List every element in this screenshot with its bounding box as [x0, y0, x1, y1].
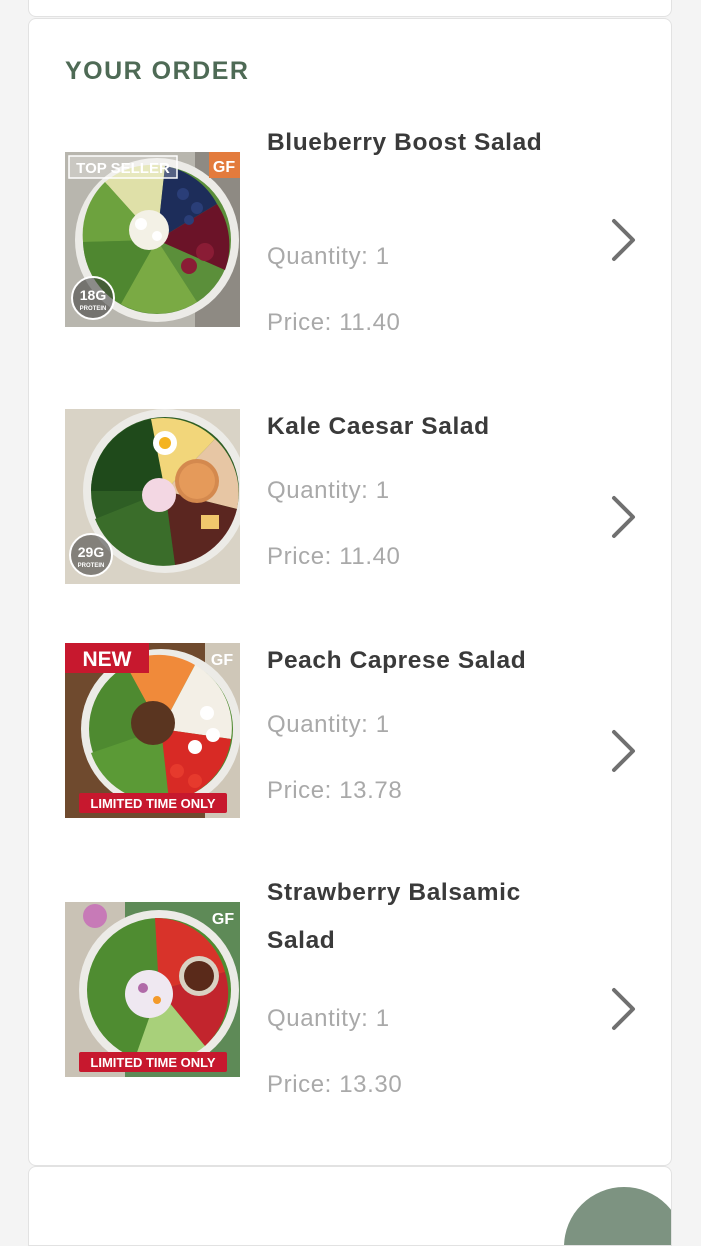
protein-badge-number: 29G: [78, 544, 105, 560]
floating-action-button[interactable]: [564, 1187, 671, 1245]
item-name: Kale Caesar Salad: [267, 413, 490, 440]
chevron-right-icon[interactable]: [605, 493, 641, 541]
protein-badge-number: 18G: [80, 287, 107, 303]
badge-top-seller: TOP SELLER: [76, 160, 170, 177]
badge-gf: GF: [211, 652, 233, 669]
chevron-right-icon[interactable]: [605, 727, 641, 775]
badge-gf: GF: [212, 911, 234, 928]
order-summary-card: YOUR ORDER TOP SELLER GF 18G PROTEIN Blu…: [28, 18, 672, 1166]
order-item-kale-caesar[interactable]: 29G PROTEIN Kale Caesar Salad Quantity: …: [65, 407, 655, 607]
item-name: Strawberry Balsamic Salad: [267, 879, 521, 954]
badge-limited-time: LIMITED TIME ONLY: [90, 1055, 216, 1070]
section-title: YOUR ORDER: [65, 57, 250, 85]
item-quantity: Quantity: 1: [267, 1005, 390, 1032]
item-price: Price: 11.40: [267, 543, 401, 570]
item-quantity: Quantity: 1: [267, 711, 390, 738]
item-image: GF LIMITED TIME ONLY: [65, 902, 240, 1077]
order-item-peach-caprese[interactable]: NEW GF LIMITED TIME ONLY Peach Caprese S…: [65, 641, 655, 841]
chevron-right-icon[interactable]: [605, 216, 641, 264]
item-image: NEW GF LIMITED TIME ONLY: [65, 643, 240, 818]
protein-badge-word: PROTEIN: [80, 306, 107, 312]
badge-new: NEW: [83, 648, 132, 671]
item-image: TOP SELLER GF 18G PROTEIN: [65, 152, 240, 327]
next-section-card: [28, 1166, 672, 1246]
badge-gf: GF: [213, 159, 235, 176]
item-name: Blueberry Boost Salad: [267, 129, 543, 156]
item-quantity: Quantity: 1: [267, 477, 390, 504]
previous-section-card: [28, 0, 672, 17]
order-item-strawberry-balsamic[interactable]: GF LIMITED TIME ONLY Strawberry Balsamic…: [65, 869, 655, 1099]
item-quantity: Quantity: 1: [267, 243, 390, 270]
item-price: Price: 13.30: [267, 1071, 403, 1098]
item-name: Peach Caprese Salad: [267, 647, 527, 674]
badge-limited-time: LIMITED TIME ONLY: [90, 796, 216, 811]
protein-badge-word: PROTEIN: [78, 563, 105, 569]
order-item-blueberry-boost[interactable]: TOP SELLER GF 18G PROTEIN Blueberry Boos…: [65, 119, 655, 349]
item-price: Price: 13.78: [267, 777, 403, 804]
item-image: 29G PROTEIN: [65, 409, 240, 584]
chevron-right-icon[interactable]: [605, 985, 641, 1033]
item-price: Price: 11.40: [267, 309, 401, 336]
